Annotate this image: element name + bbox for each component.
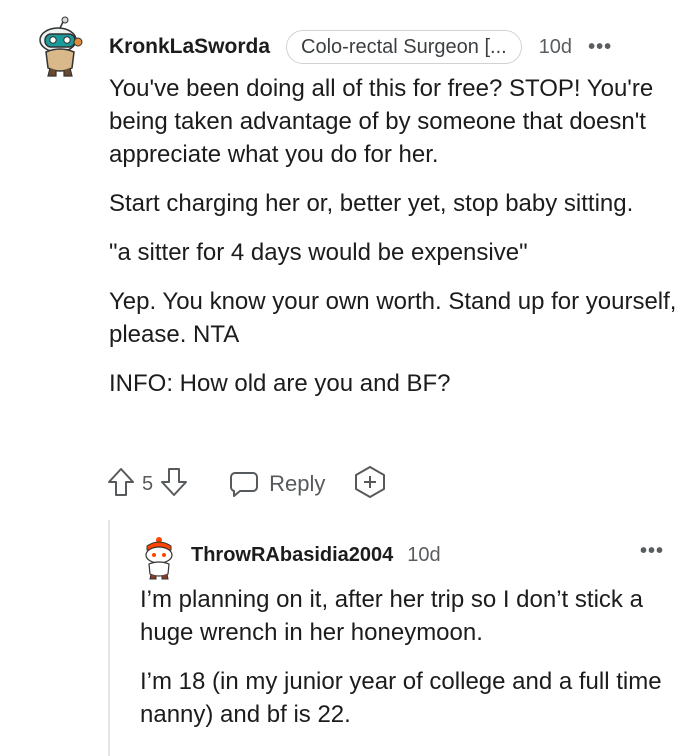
more-options-icon[interactable]: ••• bbox=[588, 36, 612, 59]
reply-label: Reply bbox=[269, 471, 326, 496]
avatar[interactable] bbox=[34, 16, 86, 78]
avatar[interactable] bbox=[142, 536, 176, 580]
username[interactable]: ThrowRAbasidia2004 bbox=[191, 544, 393, 567]
timestamp[interactable]: 10d bbox=[407, 544, 440, 567]
award-plus-icon[interactable] bbox=[353, 465, 387, 504]
comment-paragraph: Start charging her or, better yet, stop … bbox=[109, 190, 634, 217]
comment-body: You've been doing all of this for free? … bbox=[109, 72, 679, 416]
more-options-icon[interactable]: ••• bbox=[640, 540, 664, 563]
vote-count: 5 bbox=[142, 472, 154, 495]
comment-body: I’m planning on it, after her trip so I … bbox=[140, 583, 680, 747]
comment-paragraph: INFO: How old are you and BF? bbox=[109, 370, 451, 397]
comment-paragraph: Yep. You know your own worth. Stand up f… bbox=[109, 288, 677, 348]
chat-bubble-icon bbox=[230, 472, 259, 497]
thread-line[interactable] bbox=[108, 520, 110, 756]
comment-header: KronkLaSworda Colo-rectal Surgeon [... 1… bbox=[109, 30, 612, 64]
comment-paragraph: I’m planning on it, after her trip so I … bbox=[140, 586, 643, 646]
user-flair: Colo-rectal Surgeon [... bbox=[286, 30, 522, 64]
comment-paragraph: "a sitter for 4 days would be expensive" bbox=[109, 239, 528, 266]
upvote-arrow-icon[interactable] bbox=[106, 466, 136, 503]
comment-paragraph: You've been doing all of this for free? … bbox=[109, 75, 654, 168]
downvote-arrow-icon[interactable] bbox=[159, 466, 189, 503]
reply-button[interactable]: Reply bbox=[229, 470, 325, 498]
username[interactable]: KronkLaSworda bbox=[109, 35, 270, 59]
comment-header: ThrowRAbasidia2004 10d bbox=[191, 540, 441, 570]
snoo-avatar-icon bbox=[145, 537, 173, 580]
comment-actions: 5 Reply bbox=[106, 464, 387, 504]
comment-paragraph: I’m 18 (in my junior year of college and… bbox=[140, 668, 662, 728]
snoo-avatar-icon bbox=[39, 16, 83, 77]
timestamp[interactable]: 10d bbox=[539, 36, 572, 59]
